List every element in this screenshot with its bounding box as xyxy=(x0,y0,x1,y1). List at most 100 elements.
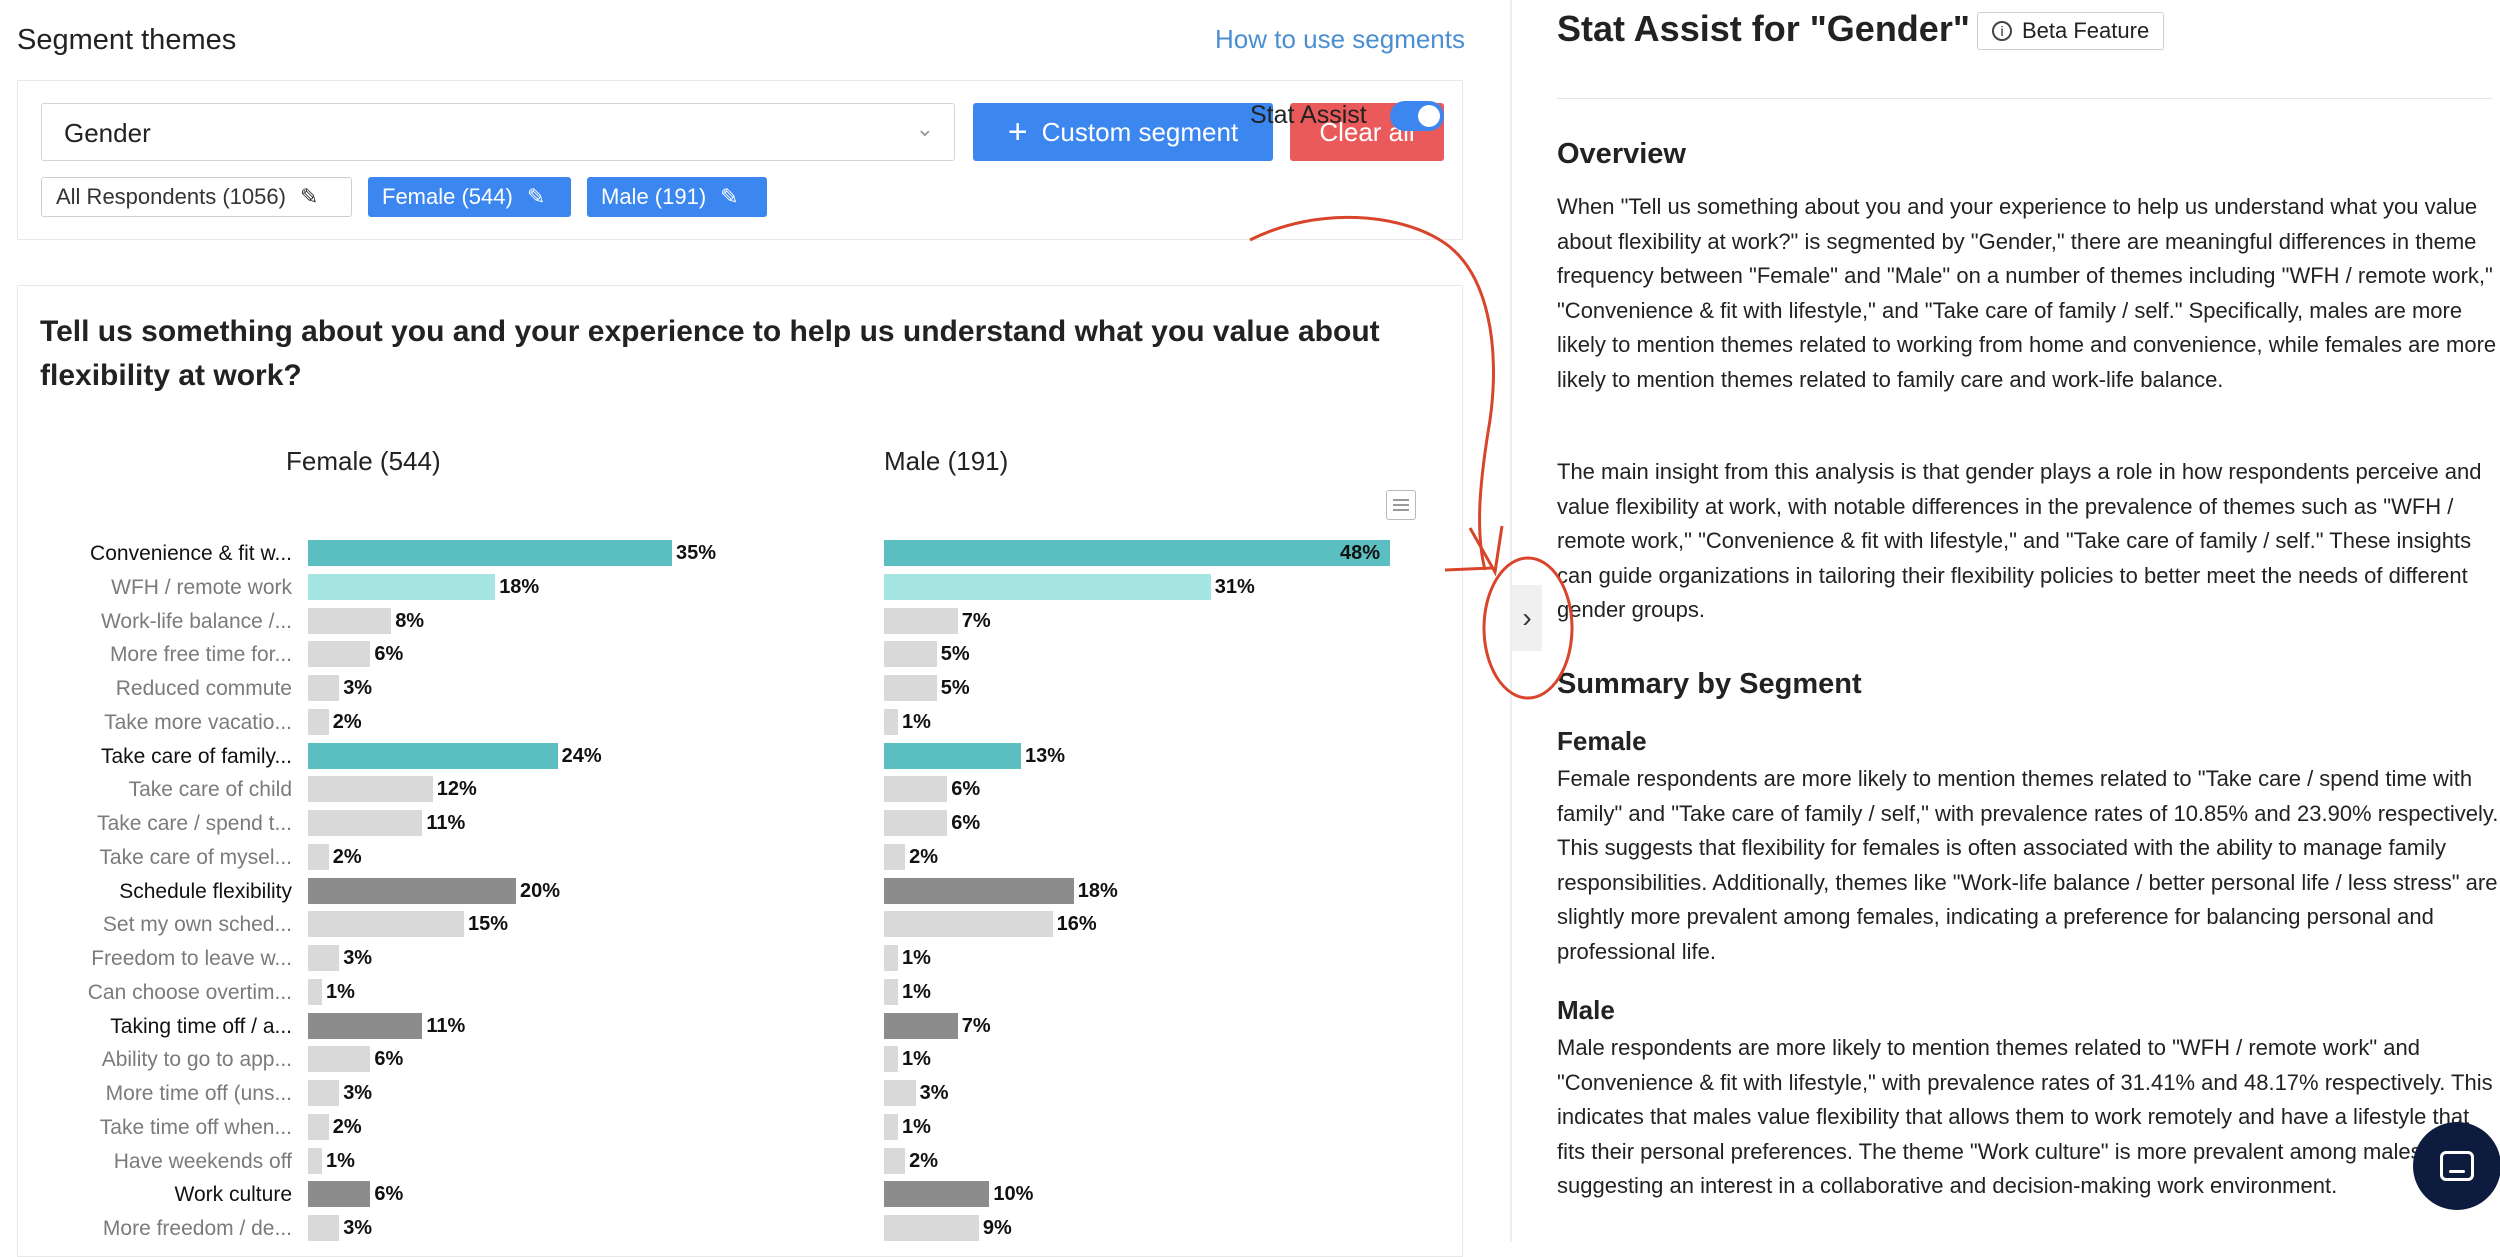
theme-label[interactable]: Schedule flexibility xyxy=(20,880,292,904)
male-bar[interactable] xyxy=(884,1147,906,1174)
edit-icon[interactable]: ✎ xyxy=(527,184,545,210)
male-bar[interactable] xyxy=(884,911,1053,938)
male-bar[interactable] xyxy=(884,843,906,870)
edit-icon[interactable]: ✎ xyxy=(300,184,318,210)
chip-label: All Respondents (1056) xyxy=(56,184,286,209)
theme-label[interactable]: Can choose overtim... xyxy=(20,981,292,1005)
theme-label[interactable]: Convenience & fit w... xyxy=(20,542,292,566)
theme-label[interactable]: Take care of child xyxy=(20,778,292,802)
page-title: Segment themes xyxy=(17,24,237,56)
female-bar[interactable] xyxy=(308,675,340,701)
female-bar[interactable] xyxy=(308,641,371,668)
theme-label[interactable]: Set my own sched... xyxy=(20,913,292,937)
stat-assist-toggle[interactable] xyxy=(1390,101,1444,131)
male-bar[interactable] xyxy=(884,742,1022,769)
female-bar[interactable] xyxy=(308,708,329,735)
chip-female[interactable]: Female (544) ✎ xyxy=(368,177,571,217)
theme-label[interactable]: Take more vacatio... xyxy=(20,711,292,735)
male-value-label: 7% xyxy=(961,609,991,632)
female-bar[interactable] xyxy=(308,776,433,803)
header-divider xyxy=(1557,98,2492,99)
male-bar[interactable] xyxy=(884,641,937,668)
segment-filter-box: Gender ⌄ + Custom segment Clear all All … xyxy=(17,80,1463,240)
female-summary: Female respondents are more likely to me… xyxy=(1557,766,2499,964)
female-bar[interactable] xyxy=(308,911,464,938)
female-bar[interactable] xyxy=(308,843,329,870)
male-bar[interactable] xyxy=(884,1215,979,1241)
male-bar[interactable] xyxy=(884,978,898,1005)
theme-label[interactable]: Freedom to leave w... xyxy=(20,947,292,971)
stat-assist-label: Stat Assist xyxy=(1250,101,1367,129)
female-bar[interactable] xyxy=(308,1215,340,1241)
female-bar[interactable] xyxy=(308,1113,329,1140)
female-bar[interactable] xyxy=(308,573,496,600)
male-bar[interactable] xyxy=(884,810,948,836)
male-bar[interactable] xyxy=(884,776,948,803)
male-bar[interactable] xyxy=(884,1113,898,1140)
female-value-label: 2% xyxy=(332,1115,362,1138)
female-bar[interactable] xyxy=(308,540,672,566)
male-bar[interactable] xyxy=(884,708,898,735)
how-to-use-segments-link[interactable]: How to use segments xyxy=(1215,24,1465,55)
male-value-label: 1% xyxy=(902,710,931,733)
male-value-label: 48% xyxy=(1340,542,1381,564)
theme-label[interactable]: Take care of mysel... xyxy=(20,846,292,870)
theme-label[interactable]: Ability to go to app... xyxy=(20,1048,292,1072)
theme-label[interactable]: Taking time off / a... xyxy=(20,1015,292,1039)
female-bar[interactable] xyxy=(308,742,558,769)
theme-label[interactable]: More free time for... xyxy=(20,643,292,667)
male-bar[interactable] xyxy=(884,573,1211,600)
male-value-label: 6% xyxy=(951,778,981,801)
male-bar[interactable] xyxy=(884,1080,916,1106)
theme-label[interactable]: Have weekends off xyxy=(20,1150,292,1174)
female-bar[interactable] xyxy=(308,978,322,1005)
edit-icon[interactable]: ✎ xyxy=(720,184,738,210)
female-value-label: 6% xyxy=(374,1183,404,1206)
chevron-down-icon: ⌄ xyxy=(915,116,934,141)
male-value-label: 1% xyxy=(902,1115,931,1138)
male-bar[interactable] xyxy=(884,877,1074,904)
theme-label[interactable]: Take care of family... xyxy=(20,745,292,769)
female-value-label: 11% xyxy=(426,1014,466,1037)
chart-menu-icon[interactable] xyxy=(1386,490,1416,520)
theme-label[interactable]: Take care / spend t... xyxy=(20,812,292,836)
female-bar[interactable] xyxy=(308,1080,340,1106)
theme-label[interactable]: Reduced commute xyxy=(20,677,292,701)
male-bar[interactable] xyxy=(884,675,937,701)
theme-label[interactable]: Work-life balance /... xyxy=(20,610,292,634)
male-bar[interactable] xyxy=(884,540,1390,566)
female-bar[interactable] xyxy=(308,945,340,971)
female-bar[interactable] xyxy=(308,1181,371,1208)
collapse-panel-button[interactable]: › xyxy=(1512,585,1542,651)
male-bar[interactable] xyxy=(884,1012,958,1039)
female-value-label: 3% xyxy=(343,1217,373,1239)
theme-label[interactable]: More freedom / de... xyxy=(20,1217,292,1241)
question-title: Tell us something about you and your exp… xyxy=(40,315,1380,392)
female-bar[interactable] xyxy=(308,877,516,904)
male-bar[interactable] xyxy=(884,945,898,971)
custom-segment-button[interactable]: + Custom segment xyxy=(973,103,1273,161)
female-value-label: 18% xyxy=(499,575,540,598)
male-bar[interactable] xyxy=(884,1046,898,1073)
female-bar[interactable] xyxy=(308,1147,322,1174)
theme-label[interactable]: More time off (uns... xyxy=(20,1082,292,1106)
custom-segment-label: Custom segment xyxy=(1041,116,1239,147)
female-bar[interactable] xyxy=(308,810,423,836)
theme-label[interactable]: Take time off when... xyxy=(20,1116,292,1140)
segment-select[interactable]: Gender ⌄ xyxy=(41,103,955,161)
male-value-label: 9% xyxy=(982,1217,1012,1239)
theme-label[interactable]: Work culture xyxy=(20,1183,292,1207)
female-value-label: 2% xyxy=(332,845,362,868)
theme-label[interactable]: WFH / remote work xyxy=(20,576,292,600)
info-icon: i xyxy=(1992,21,2012,41)
male-bar[interactable] xyxy=(884,607,958,634)
female-bar[interactable] xyxy=(308,1012,423,1039)
chip-all-respondents[interactable]: All Respondents (1056) ✎ xyxy=(41,177,352,217)
chat-icon xyxy=(2440,1151,2474,1181)
male-bar[interactable] xyxy=(884,1181,990,1208)
overview-paragraph-1: When "Tell us something about you and yo… xyxy=(1557,194,2497,392)
female-bar[interactable] xyxy=(308,607,392,634)
chip-male[interactable]: Male (191) ✎ xyxy=(587,177,767,217)
female-bar[interactable] xyxy=(308,1046,371,1073)
chat-launcher-button[interactable] xyxy=(2413,1122,2500,1210)
